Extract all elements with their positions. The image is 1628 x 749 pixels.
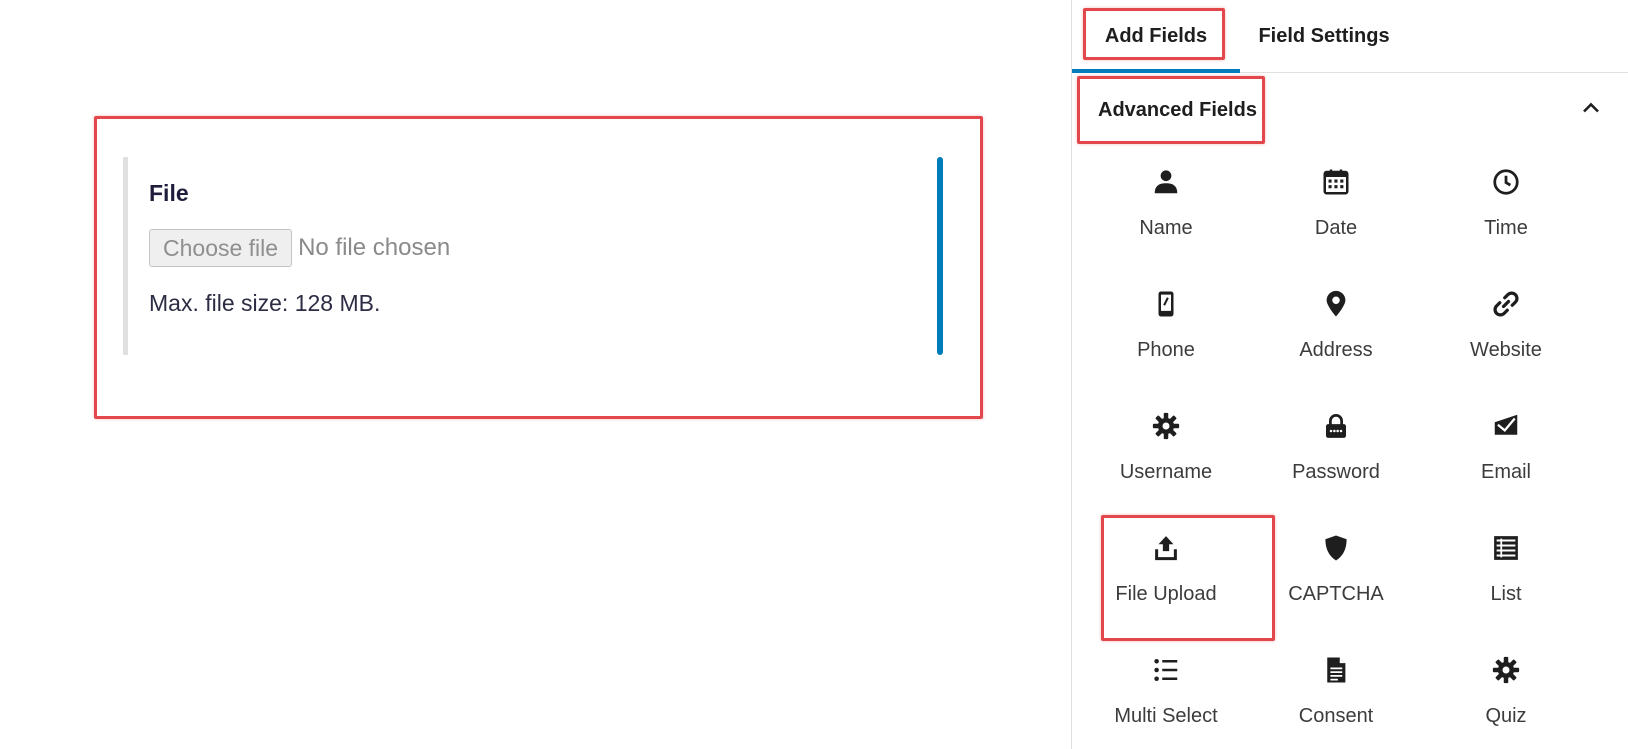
- field-tile-label: Time: [1484, 217, 1528, 239]
- chevron-up-icon[interactable]: [1577, 94, 1605, 122]
- field-tile-captcha[interactable]: CAPTCHA: [1251, 516, 1421, 633]
- clock-icon: [1488, 164, 1524, 200]
- phone-icon: [1148, 286, 1184, 322]
- tab-field-settings[interactable]: Field Settings: [1240, 0, 1408, 73]
- field-tile-label: List: [1490, 583, 1522, 605]
- link-icon: [1488, 286, 1524, 322]
- field-tile-username[interactable]: Username: [1081, 394, 1251, 511]
- person-icon: [1148, 164, 1184, 200]
- tab-highlight-box: [1083, 8, 1225, 60]
- field-tile-password[interactable]: Password: [1251, 394, 1421, 511]
- field-tile-multi-select[interactable]: Multi Select: [1081, 638, 1251, 749]
- field-tile-label: Phone: [1137, 339, 1195, 361]
- field-tile-label: Date: [1314, 217, 1358, 239]
- active-tab-underline: [1072, 69, 1240, 73]
- gear-icon: [1488, 652, 1524, 688]
- field-tile-label: Multi Select: [1114, 705, 1218, 727]
- document-icon: [1318, 652, 1354, 688]
- field-tile-label: Password: [1292, 461, 1380, 483]
- bullet-list-icon: [1148, 652, 1184, 688]
- field-tile-address[interactable]: Address: [1251, 272, 1421, 389]
- gear-icon: [1148, 408, 1184, 444]
- preview-highlight-box: [94, 116, 983, 419]
- field-tile-label: Name: [1139, 217, 1193, 239]
- field-tile-label: Website: [1470, 339, 1542, 361]
- email-icon: [1488, 408, 1524, 444]
- shield-icon: [1318, 530, 1354, 566]
- map-pin-icon: [1318, 286, 1354, 322]
- field-tile-label: Username: [1119, 461, 1213, 483]
- calendar-icon: [1318, 164, 1354, 200]
- field-tile-email[interactable]: Email: [1421, 394, 1591, 511]
- field-tile-label: Address: [1299, 339, 1373, 361]
- panel-header-highlight-box: [1077, 76, 1265, 144]
- field-tile-list[interactable]: List: [1421, 516, 1591, 633]
- field-tile-quiz[interactable]: Quiz: [1421, 638, 1591, 749]
- field-tile-label: CAPTCHA: [1288, 583, 1384, 605]
- lock-icon: [1318, 408, 1354, 444]
- field-tile-consent[interactable]: Consent: [1251, 638, 1421, 749]
- field-tile-label: Email: [1480, 461, 1531, 483]
- field-tile-time[interactable]: Time: [1421, 150, 1591, 267]
- field-tile-name[interactable]: Name: [1081, 150, 1251, 267]
- field-tile-label: Quiz: [1485, 705, 1527, 727]
- list-icon: [1488, 530, 1524, 566]
- field-tile-label: Consent: [1298, 705, 1374, 727]
- file-upload-highlight-box: [1101, 515, 1275, 641]
- field-tile-website[interactable]: Website: [1421, 272, 1591, 389]
- field-tile-date[interactable]: Date: [1251, 150, 1421, 267]
- field-tile-phone[interactable]: Phone: [1081, 272, 1251, 389]
